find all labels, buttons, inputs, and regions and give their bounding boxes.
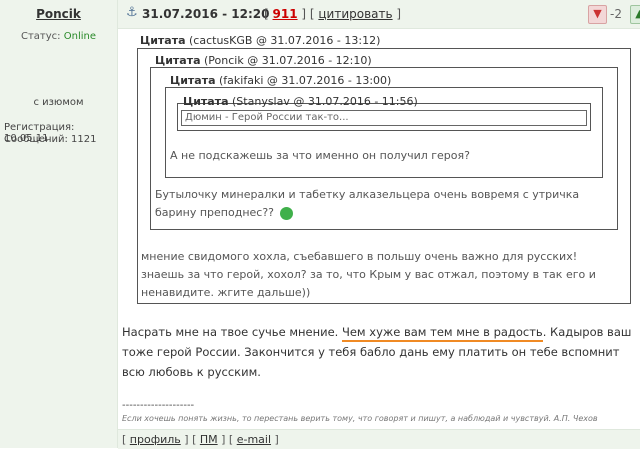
quote-label: Цитата xyxy=(170,74,216,87)
post-links: [ 911 ] [ цитировать ] xyxy=(264,7,402,21)
post-body: Насрать мне на твое сучье мнение. Чем ху… xyxy=(122,322,634,382)
thumb-up-icon[interactable]: ▲ xyxy=(630,5,640,24)
post-header: ⚓ 31.07.2016 - 12:20 [ 911 ] [ цитироват… xyxy=(118,0,640,29)
quote-header-3: Цитата (fakifaki @ 31.07.2016 - 13:00) xyxy=(170,74,391,87)
quote-text-1: мнение свидомого хохла, съебавшего в пол… xyxy=(141,250,596,299)
quote-text-2-body: Бутылочку минералки и табетку алказельце… xyxy=(155,188,580,219)
anchor-icon[interactable]: ⚓ xyxy=(126,5,138,20)
profile-link[interactable]: профиль xyxy=(130,433,181,446)
cite-link[interactable]: цитировать xyxy=(318,7,392,21)
signature-text: Если хочешь понять жизнь, то перестань в… xyxy=(122,414,598,423)
status-label: Статус: xyxy=(21,31,61,42)
status-value: Online xyxy=(63,31,96,42)
quote-label: Цитата xyxy=(155,54,201,67)
quote-meta: (Stanyslav @ 31.07.2016 - 11:56) xyxy=(232,95,418,108)
quote-header-4: Цитата (Stanyslav @ 31.07.2016 - 11:56) xyxy=(183,95,418,108)
quote-meta: (Poncik @ 31.07.2016 - 12:10) xyxy=(204,54,372,67)
user-panel: Poncik Статус: Online с изюмом Регистрац… xyxy=(0,0,118,448)
post-footer: [ профиль ] [ ПМ ] [ e-mail ] xyxy=(118,429,640,449)
quote-header-1: Цитата (cactusKGB @ 31.07.2016 - 13:12) xyxy=(140,34,380,47)
user-note: с изюмом xyxy=(33,97,84,108)
username-link[interactable]: Poncik xyxy=(0,7,117,21)
quote-label: Цитата xyxy=(183,95,229,108)
footer-links: [ профиль ] [ ПМ ] [ e-mail ] xyxy=(122,433,279,446)
user-status: Статус: Online xyxy=(0,31,117,42)
highlighted-phrase: Чем хуже вам тем мне в радость xyxy=(341,325,543,342)
signature-separator: -------------------- xyxy=(122,400,195,411)
thumb-down-icon[interactable]: ▼ xyxy=(588,5,607,24)
quote-meta: (cactusKGB @ 31.07.2016 - 13:12) xyxy=(189,34,381,47)
quote-meta: (fakifaki @ 31.07.2016 - 13:00) xyxy=(219,74,392,87)
innermost-quote-text: Дюмин - Герой России так-то... xyxy=(181,110,587,126)
post-body-part1: Насрать мне на твое сучье мнение. xyxy=(122,325,342,339)
quote-header-2: Цитата (Poncik @ 31.07.2016 - 12:10) xyxy=(155,54,372,67)
quote-text-3: А не подскажешь за что именно он получил… xyxy=(170,149,470,162)
post-number-link[interactable]: 911 xyxy=(273,7,298,21)
email-link[interactable]: e-mail xyxy=(237,433,271,446)
message-count: Сообщений: 1121 xyxy=(4,134,97,145)
pm-link[interactable]: ПМ xyxy=(200,433,218,446)
quote-text-2: Бутылочку минералки и табетку алказельце… xyxy=(155,186,610,222)
post-date: 31.07.2016 - 12:20 xyxy=(142,7,270,21)
smiley-icon xyxy=(279,206,293,220)
quote-label: Цитата xyxy=(140,34,186,47)
